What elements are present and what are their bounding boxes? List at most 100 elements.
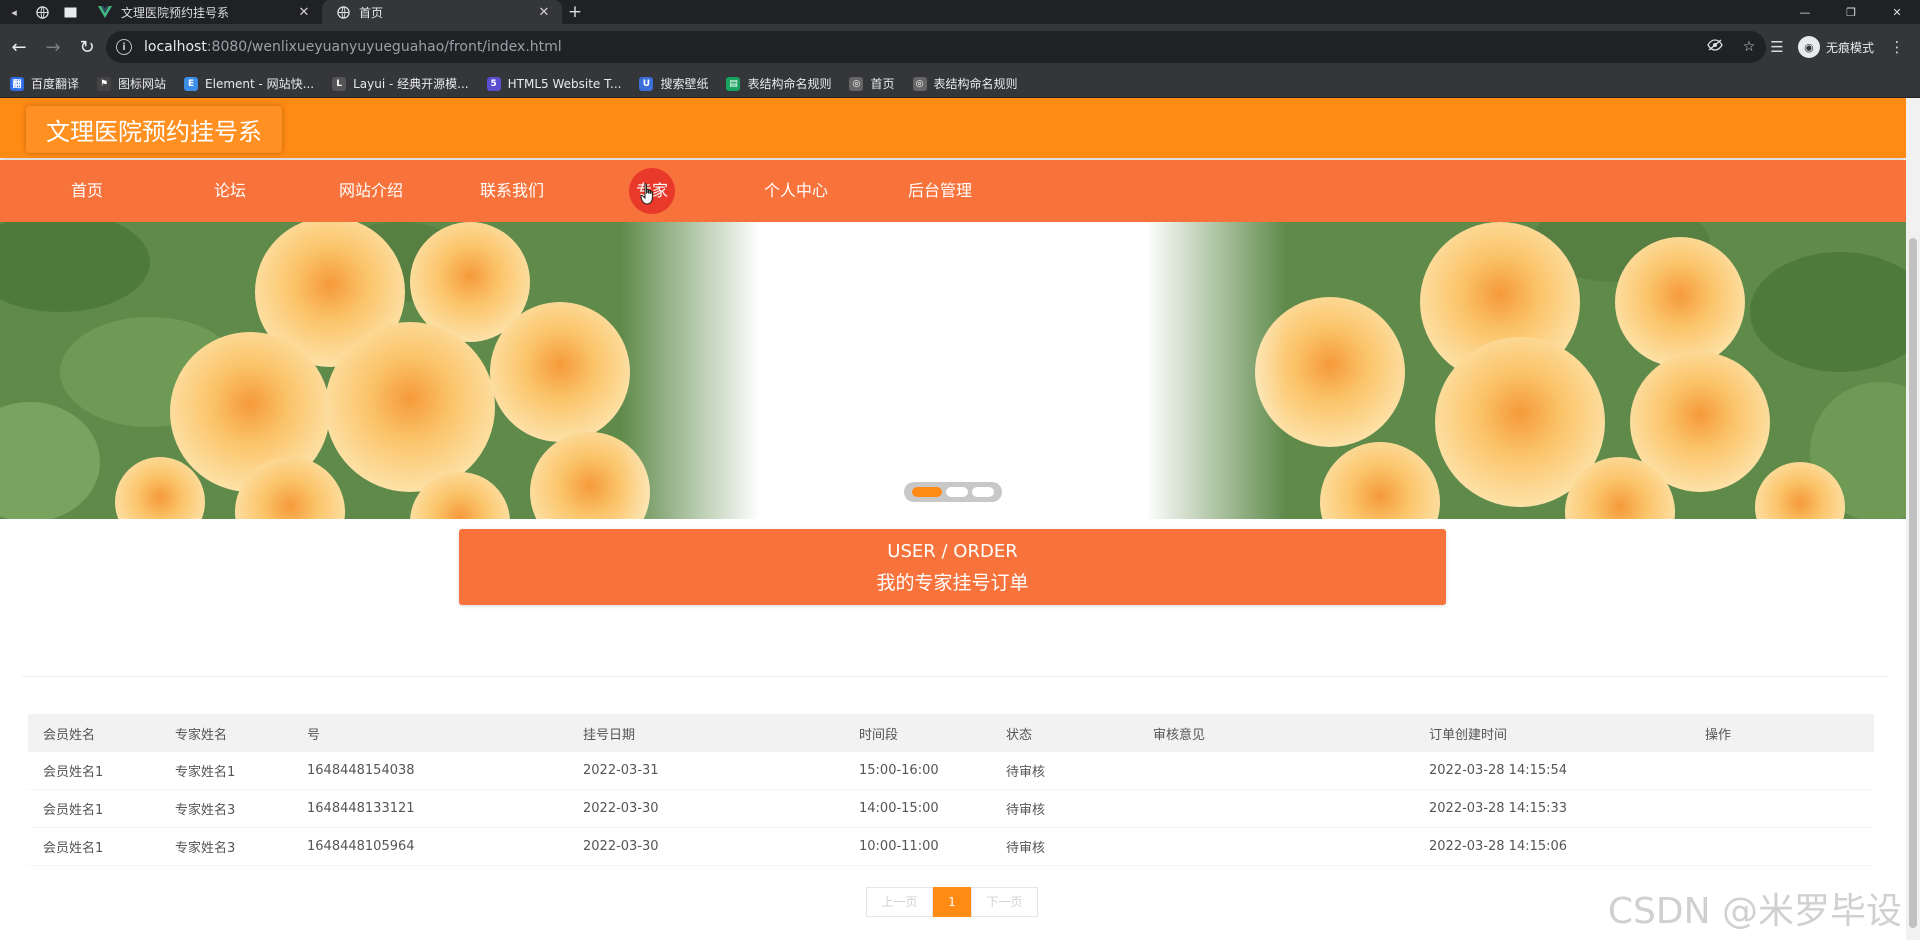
minimize-icon[interactable]: —	[1782, 0, 1828, 24]
layui-icon: L	[332, 76, 347, 91]
bookmark-item[interactable]: 5 HTML5 Website T...	[486, 76, 621, 91]
html5-icon: 5	[486, 76, 501, 91]
table-cell: 会员姓名1	[43, 765, 104, 780]
browser-toolbar: ← → ↻ i localhost :8080/wenlixueyuanyuyu…	[0, 24, 1920, 70]
address-bar[interactable]: i localhost :8080/wenlixueyuanyuyueguaha…	[106, 31, 1766, 63]
column-header: 号	[307, 727, 321, 743]
column-header: 状态	[1006, 727, 1033, 743]
table-cell: 2022-03-30	[583, 801, 659, 816]
bookmark-item[interactable]: E Element - 网站快...	[184, 75, 314, 92]
carousel-dot[interactable]	[912, 487, 942, 497]
bookmark-item[interactable]: ▤ 表结构命名规则	[726, 75, 831, 92]
incognito-icon: ◉	[1797, 36, 1820, 58]
next-page-button[interactable]: 下一页	[971, 887, 1038, 917]
scrollbar-thumb[interactable]	[1909, 238, 1917, 928]
section-title-en: USER / ORDER	[887, 541, 1018, 562]
table-cell: 1648448133121	[307, 801, 415, 816]
nav-item-forum[interactable]: 论坛	[175, 160, 285, 222]
table-cell: 专家姓名3	[175, 841, 236, 856]
profile-button[interactable]: ◉ 无痕模式	[1797, 36, 1874, 58]
bookmarks-bar: 翻百度翻译 ⚑ 图标网站 E Element - 网站快... L Layui - 经…	[0, 70, 1920, 98]
reading-list-icon[interactable]: ☰	[1762, 38, 1792, 56]
table-cell: 待审核	[1006, 841, 1046, 856]
close-icon[interactable]: ✕	[296, 5, 312, 20]
prev-page-button[interactable]: 上一页	[866, 887, 933, 917]
page-viewport: 文理医院预约挂号系 首页 论坛 网站介绍 联系我们 专家 个人中心 后台管理 U…	[0, 98, 1906, 940]
star-icon[interactable]: ☆	[1732, 39, 1766, 55]
table-cell: 会员姓名1	[43, 803, 104, 818]
table-cell: 2022-03-28 14:15:06	[1429, 839, 1568, 854]
site-title[interactable]: 文理医院预约挂号系	[26, 106, 282, 153]
tab-title: 首页	[359, 5, 384, 20]
bookmark-item[interactable]: L Layui - 经典开源模...	[332, 75, 469, 92]
table-cell: 2022-03-30	[583, 839, 659, 854]
column-header: 挂号日期	[583, 727, 636, 743]
hero-banner[interactable]	[0, 222, 1906, 519]
browser-tab-2[interactable]: 首页 ✕	[322, 0, 562, 24]
table-cell: 1648448154038	[307, 763, 415, 778]
url-host: localhost	[144, 39, 207, 55]
section-title: USER / ORDER 我的专家挂号订单	[459, 529, 1446, 605]
table-row: 会员姓名1 专家姓名3 1648448105964 2022-03-30 10:…	[28, 828, 1874, 866]
table-cell: 待审核	[1006, 765, 1046, 780]
table-cell: 2022-03-28 14:15:54	[1429, 763, 1568, 778]
orders-table: 会员姓名 专家姓名 号 挂号日期 时间段 状态 审核意见 订单创建时间 操作 会…	[28, 714, 1874, 866]
back-icon[interactable]: ←	[4, 32, 34, 62]
tab-window-icon[interactable]	[56, 0, 84, 24]
page-scrollbar[interactable]	[1906, 98, 1920, 940]
browser-tab-1[interactable]: 文理医院预约挂号系 ✕	[84, 0, 322, 24]
table-cell: 14:00-15:00	[859, 801, 939, 816]
bookmark-item[interactable]: ◎ 表结构命名规则	[912, 75, 1018, 92]
carousel-dot[interactable]	[972, 487, 994, 497]
new-tab-icon[interactable]: +	[562, 2, 588, 22]
table-row: 会员姓名1 专家姓名3 1648448133121 2022-03-30 14:…	[28, 790, 1874, 828]
close-icon[interactable]: ✕	[536, 5, 552, 20]
bookmark-item[interactable]: 翻百度翻译	[10, 75, 79, 92]
nav-item-contact[interactable]: 联系我们	[457, 160, 567, 222]
table-cell: 15:00-16:00	[859, 763, 939, 778]
nav-item-admin[interactable]: 后台管理	[885, 160, 995, 222]
url-path: :8080/wenlixueyuanyuyueguahao/front/inde…	[206, 39, 562, 55]
tab-globe-icon[interactable]	[28, 0, 56, 24]
section-title-cn: 我的专家挂号订单	[876, 572, 1029, 594]
column-header: 时间段	[859, 727, 899, 743]
page-number-button[interactable]: 1	[933, 887, 971, 917]
site-info-icon[interactable]: i	[116, 39, 132, 55]
table-cell: 会员姓名1	[43, 841, 104, 856]
table-cell: 2022-03-28 14:15:33	[1429, 801, 1568, 816]
column-header: 订单创建时间	[1429, 727, 1508, 743]
table-row: 会员姓名1 专家姓名1 1648448154038 2022-03-31 15:…	[28, 752, 1874, 790]
column-header: 专家姓名	[175, 727, 228, 743]
menu-icon[interactable]: ⋮	[1882, 38, 1912, 56]
table-cell: 1648448105964	[307, 839, 415, 854]
pagination: 上一页 1 下一页	[866, 887, 1038, 917]
site-header: 文理医院预约挂号系	[0, 98, 1906, 158]
bookmark-item[interactable]: ⚑ 图标网站	[97, 75, 166, 92]
globe-icon	[336, 5, 350, 19]
main-nav: 首页 论坛 网站介绍 联系我们 专家 个人中心 后台管理	[0, 160, 1906, 222]
table-cell: 2022-03-31	[583, 763, 659, 778]
bookmark-item[interactable]: U 搜索壁纸	[639, 75, 708, 92]
close-window-icon[interactable]: ✕	[1874, 0, 1920, 24]
roses-banner-image	[0, 222, 1906, 519]
wallpaper-icon: U	[639, 76, 654, 91]
restore-icon[interactable]: ❐	[1828, 0, 1874, 24]
browser-tab-bar: ◂ 文理医院预约挂号系 ✕ 首页 ✕ + — ❐ ✕	[0, 0, 1920, 24]
translate-icon: 翻	[10, 76, 24, 91]
tab-audio-icon[interactable]: ◂	[0, 0, 28, 24]
tab-title: 文理医院预约挂号系	[121, 5, 230, 20]
carousel-dot[interactable]	[946, 487, 968, 497]
reload-icon[interactable]: ↻	[72, 32, 102, 62]
watermark: CSDN @米罗毕设	[1607, 891, 1902, 932]
table-cell: 10:00-11:00	[859, 839, 939, 854]
nav-item-about[interactable]: 网站介绍	[316, 160, 426, 222]
forward-icon[interactable]: →	[38, 32, 68, 62]
vue-logo-icon	[98, 5, 112, 19]
profile-label: 无痕模式	[1825, 40, 1874, 55]
table-cell: 专家姓名1	[175, 765, 236, 780]
element-icon: E	[184, 76, 199, 91]
bookmark-item[interactable]: ◎ 首页	[849, 75, 895, 92]
nav-item-home[interactable]: 首页	[32, 160, 142, 222]
eye-off-icon[interactable]	[1698, 39, 1732, 55]
nav-item-profile[interactable]: 个人中心	[741, 160, 851, 222]
